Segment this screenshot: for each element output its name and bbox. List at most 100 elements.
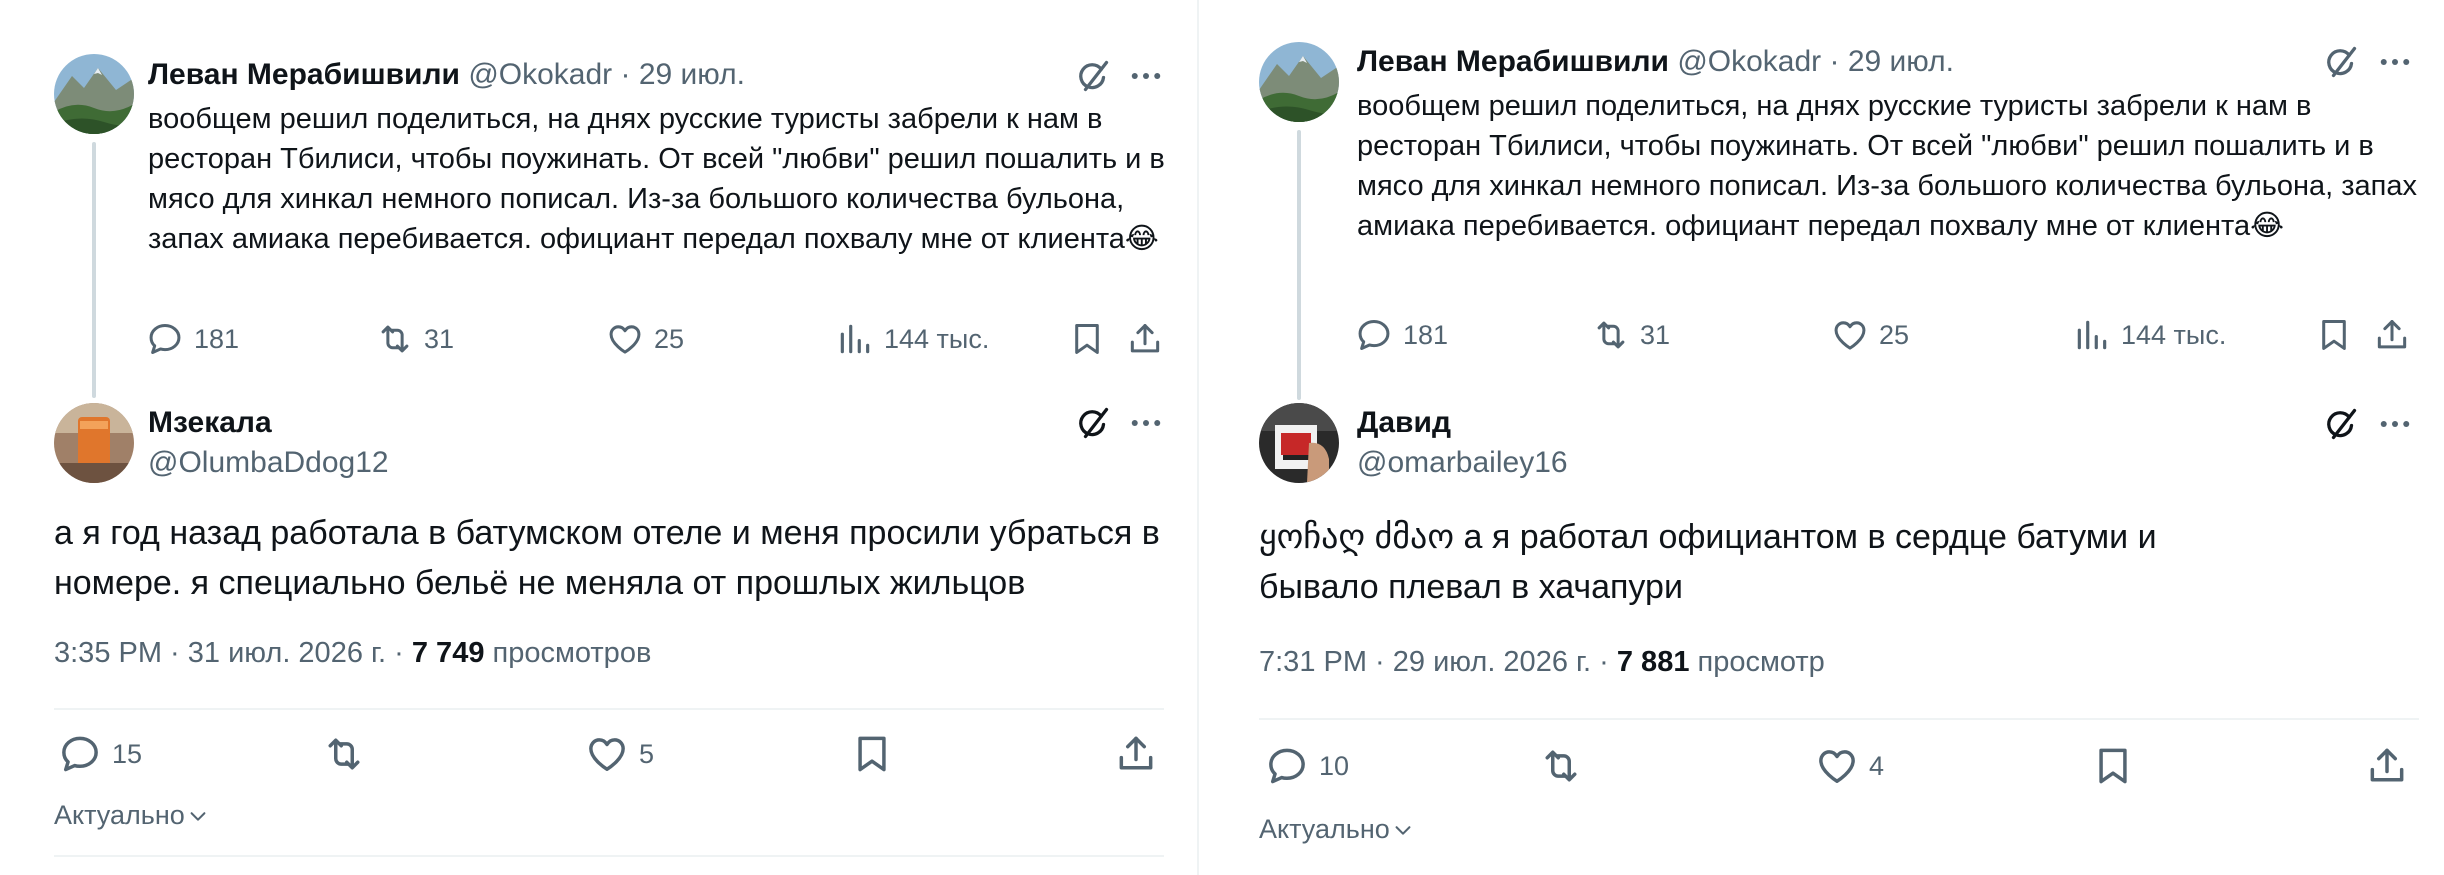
repost-arrows-icon — [1592, 316, 1630, 354]
mountain-avatar-icon — [1259, 42, 1339, 122]
author-name[interactable]: Мзекала — [148, 406, 272, 439]
post-timestamp-line: 3:35 PM · 31 июл. 2026 г. · 7 749 просмо… — [54, 637, 651, 670]
reply-tweet-text: а я год назад работала в батумском отеле… — [54, 514, 1160, 602]
post-time[interactable]: 3:35 PM · 31 июл. 2026 г. · — [54, 637, 404, 669]
avatar-mzekala[interactable] — [54, 403, 134, 483]
post-date[interactable]: 29 июл. — [639, 58, 745, 91]
meta-separator: · — [1829, 45, 1840, 78]
share-upload-icon[interactable] — [1126, 320, 1164, 358]
view-count: 7 881 — [1616, 646, 1690, 678]
author-handle[interactable]: @Okokadr — [1677, 45, 1821, 78]
like-button[interactable]: 25 — [606, 320, 684, 358]
reply-button[interactable]: 15 — [58, 732, 142, 776]
speech-bubble-icon — [1265, 744, 1309, 788]
sort-label: Актуально — [54, 800, 185, 830]
author-handle[interactable]: @Okokadr — [468, 58, 612, 91]
bar-chart-icon — [2073, 316, 2111, 354]
like-button[interactable]: 4 — [1815, 744, 1884, 788]
bar-chart-icon — [836, 320, 874, 358]
person-avatar-icon — [1259, 403, 1339, 483]
divider — [1259, 718, 2419, 720]
like-count: 5 — [639, 738, 655, 769]
post-time[interactable]: 7:31 PM · 29 июл. 2026 г. · — [1259, 646, 1609, 678]
parent-tweet-header: Леван Мерабишвили @Okokadr · 29 июл. — [148, 57, 745, 93]
avatar-levan[interactable] — [54, 54, 134, 134]
share-upload-icon[interactable] — [2373, 316, 2411, 354]
thread-connector — [92, 142, 96, 398]
sort-dropdown[interactable]: Актуально — [1259, 814, 1414, 845]
post-timestamp-line: 7:31 PM · 29 июл. 2026 г. · 7 881 просмо… — [1259, 646, 1825, 679]
share-upload-icon[interactable] — [1114, 732, 1158, 776]
view-label: просмотр — [1697, 646, 1825, 678]
sort-dropdown[interactable]: Актуально — [54, 800, 209, 831]
bookmark-icon[interactable] — [2315, 316, 2353, 354]
post-date[interactable]: 29 июл. — [1848, 45, 1954, 78]
more-dots-icon[interactable] — [2377, 406, 2413, 442]
reply-count: 10 — [1319, 750, 1350, 781]
left-conversation: Леван Мерабишвили @Okokadr · 29 июл. воо… — [0, 0, 1190, 875]
speech-bubble-icon — [1355, 316, 1393, 354]
bookmark-icon[interactable] — [1068, 320, 1106, 358]
parent-tweet-text: вообщем решил поделиться, на днях русски… — [148, 103, 1165, 255]
bookmark-icon[interactable] — [2091, 744, 2135, 788]
speech-bubble-icon — [58, 732, 102, 776]
reply-author-handle[interactable]: @OlumbaDdog12 — [148, 445, 389, 481]
heart-icon — [1815, 744, 1859, 788]
repost-button[interactable] — [1539, 744, 1583, 788]
author-name[interactable]: Леван Мерабишвили — [148, 58, 460, 91]
heart-icon — [1831, 316, 1869, 354]
reply-button[interactable]: 10 — [1265, 744, 1349, 788]
like-button[interactable]: 25 — [1831, 316, 1909, 354]
grok-slash-circle-icon[interactable] — [2323, 406, 2359, 442]
parent-tweet-text: вообщем решил поделиться, на днях русски… — [1357, 90, 2418, 242]
view-count: 144 тыс. — [884, 323, 990, 354]
divider — [54, 855, 1164, 857]
author-name[interactable]: Давид — [1357, 406, 1451, 439]
like-button[interactable]: 5 — [585, 732, 654, 776]
repost-button[interactable]: 31 — [1592, 316, 1670, 354]
reply-count: 15 — [112, 738, 143, 769]
like-count: 25 — [1879, 319, 1910, 350]
grok-slash-circle-icon[interactable] — [2323, 44, 2359, 80]
more-dots-icon[interactable] — [1128, 58, 1164, 94]
author-name[interactable]: Леван Мерабишвили — [1357, 45, 1669, 78]
avatar-david[interactable] — [1259, 403, 1339, 483]
repost-arrows-icon — [322, 732, 366, 776]
grok-slash-circle-icon[interactable] — [1075, 405, 1111, 441]
right-conversation: Леван Мерабишвили @Okokadr · 29 июл. воо… — [1205, 0, 2444, 875]
parent-tweet-header: Леван Мерабишвили @Okokadr · 29 июл. — [1357, 44, 1954, 80]
more-dots-icon[interactable] — [1128, 405, 1164, 441]
more-dots-icon[interactable] — [2377, 44, 2413, 80]
juice-glass-avatar-icon — [54, 403, 134, 483]
heart-icon — [585, 732, 629, 776]
avatar-levan[interactable] — [1259, 42, 1339, 122]
grok-slash-circle-icon[interactable] — [1075, 58, 1111, 94]
reply-button[interactable]: 181 — [146, 320, 239, 358]
speech-bubble-icon — [146, 320, 184, 358]
views-button[interactable]: 144 тыс. — [2073, 316, 2226, 354]
repost-count: 31 — [424, 323, 455, 354]
panel-divider — [1197, 0, 1199, 875]
view-label: просмотров — [492, 637, 652, 669]
view-count: 144 тыс. — [2121, 319, 2227, 350]
like-count: 4 — [1869, 750, 1885, 781]
repost-button[interactable] — [322, 732, 366, 776]
share-upload-icon[interactable] — [2365, 744, 2409, 788]
reply-count: 181 — [1403, 319, 1449, 350]
views-button[interactable]: 144 тыс. — [836, 320, 989, 358]
mountain-avatar-icon — [54, 54, 134, 134]
sort-label: Актуально — [1259, 814, 1390, 844]
reply-button[interactable]: 181 — [1355, 316, 1448, 354]
repost-button[interactable]: 31 — [376, 320, 454, 358]
reply-tweet-text: ყოჩაღ ძმაო а я работал официантом в серд… — [1259, 518, 2157, 606]
chevron-down-icon — [187, 805, 209, 827]
chevron-down-icon — [1392, 819, 1414, 841]
view-count: 7 749 — [411, 637, 485, 669]
reply-author-name: Давид — [1357, 405, 1451, 441]
repost-count: 31 — [1640, 319, 1671, 350]
reply-count: 181 — [194, 323, 240, 354]
divider — [54, 708, 1164, 710]
bookmark-icon[interactable] — [850, 732, 894, 776]
reply-author-handle[interactable]: @omarbailey16 — [1357, 445, 1568, 481]
repost-arrows-icon — [1539, 744, 1583, 788]
